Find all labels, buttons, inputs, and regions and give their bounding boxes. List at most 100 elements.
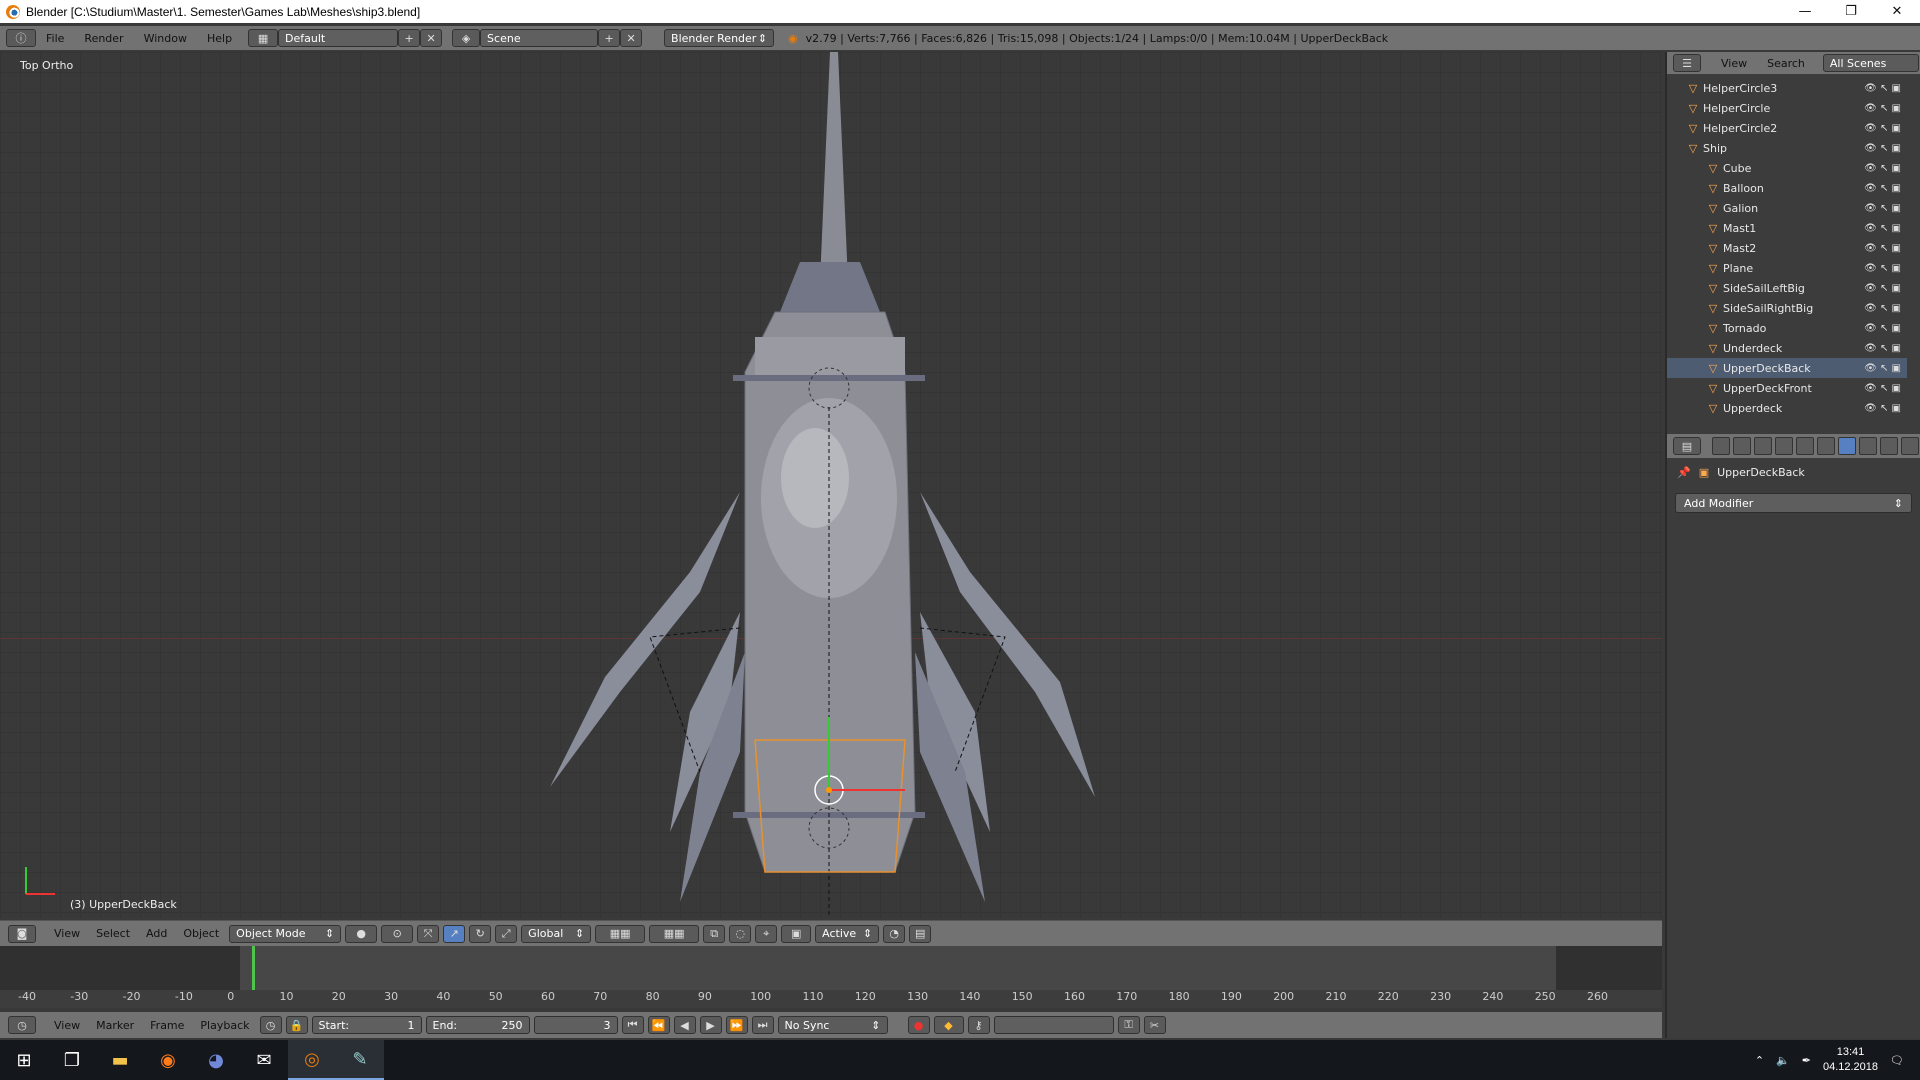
- visibility-controls[interactable]: 👁 ↖ ▣: [1864, 203, 1901, 214]
- jump-end-icon[interactable]: ⏭: [751, 1016, 774, 1034]
- proportional-edit-icon[interactable]: ◌: [729, 924, 752, 943]
- visibility-controls[interactable]: 👁 ↖ ▣: [1864, 243, 1901, 254]
- scene-field[interactable]: Scene: [480, 29, 599, 47]
- task-view-icon[interactable]: ❐: [48, 1040, 96, 1080]
- visibility-controls[interactable]: 👁 ↖ ▣: [1864, 343, 1901, 354]
- viewport-editor-type-icon[interactable]: ◙: [8, 924, 36, 943]
- visibility-controls[interactable]: 👁 ↖ ▣: [1864, 283, 1901, 294]
- shading-mode-icon[interactable]: ●: [345, 924, 378, 943]
- jump-key-forward-icon[interactable]: ⏩: [725, 1016, 748, 1034]
- editor-type-icon[interactable]: ⓘ: [6, 29, 36, 47]
- ship-mesh[interactable]: [0, 52, 1662, 918]
- discord-icon[interactable]: ◕: [192, 1040, 240, 1080]
- outliner-item[interactable]: ▽ Upperdeck 👁 ↖ ▣: [1667, 398, 1907, 418]
- snap-icon[interactable]: ⌖: [755, 924, 778, 943]
- minimize-button[interactable]: —: [1782, 0, 1828, 23]
- visibility-controls[interactable]: 👁 ↖ ▣: [1864, 303, 1901, 314]
- visibility-controls[interactable]: 👁 ↖ ▣: [1864, 183, 1901, 194]
- visibility-controls[interactable]: 👁 ↖ ▣: [1864, 223, 1901, 234]
- outliner-display-mode-select[interactable]: All Scenes: [1822, 54, 1919, 72]
- add-layout-icon[interactable]: +: [398, 29, 421, 47]
- tab-data-icon[interactable]: [1859, 437, 1877, 455]
- screen-layout-icon[interactable]: ▦: [248, 29, 279, 47]
- snap-element-icon[interactable]: ▣: [781, 924, 812, 943]
- pen-icon[interactable]: ✒: [1802, 1054, 1811, 1067]
- visibility-controls[interactable]: 👁 ↖ ▣: [1864, 363, 1901, 374]
- visibility-controls[interactable]: 👁 ↖ ▣: [1864, 83, 1901, 94]
- menu-file[interactable]: File: [36, 32, 74, 45]
- outliner-item[interactable]: ▽ HelperCircle3 👁 ↖ ▣: [1667, 78, 1907, 98]
- rotate-icon[interactable]: ↻: [469, 924, 492, 943]
- render-preview-icon[interactable]: ◔: [883, 924, 906, 943]
- preview-range-icon[interactable]: ◷: [259, 1016, 282, 1034]
- outliner-item[interactable]: ▽ Tornado 👁 ↖ ▣: [1667, 318, 1907, 338]
- lock-layers-icon[interactable]: ⧉: [703, 924, 726, 943]
- visibility-controls[interactable]: 👁 ↖ ▣: [1864, 163, 1901, 174]
- outliner-item[interactable]: ▽ Balloon 👁 ↖ ▣: [1667, 178, 1907, 198]
- orientation-select[interactable]: Global ⇕: [521, 924, 592, 943]
- outliner-item[interactable]: ▽ HelperCircle 👁 ↖ ▣: [1667, 98, 1907, 118]
- screen-layout-field[interactable]: Default: [278, 29, 399, 47]
- blender-taskbar-icon[interactable]: ◎: [288, 1040, 336, 1080]
- auto-keying-icon[interactable]: ●: [907, 1016, 930, 1034]
- file-explorer-icon[interactable]: ▬: [96, 1040, 144, 1080]
- visibility-controls[interactable]: 👁 ↖ ▣: [1864, 323, 1901, 334]
- tab-render-icon[interactable]: [1712, 437, 1730, 455]
- tab-material-icon[interactable]: [1880, 437, 1898, 455]
- translate-icon[interactable]: ↗: [443, 924, 466, 943]
- outliner-item[interactable]: ▽ Galion 👁 ↖ ▣: [1667, 198, 1907, 218]
- tl-menu-frame[interactable]: Frame: [144, 1019, 190, 1032]
- volume-icon[interactable]: 🔈: [1776, 1054, 1790, 1067]
- tab-world-icon[interactable]: [1775, 437, 1793, 455]
- outliner-menu-view[interactable]: View: [1721, 57, 1747, 70]
- vp-menu-select[interactable]: Select: [90, 927, 136, 940]
- start-windows-icon[interactable]: ⊞: [0, 1040, 48, 1080]
- snap-target-select[interactable]: Active ⇕: [815, 924, 880, 943]
- clock[interactable]: 13:41 04.12.2018: [1823, 1045, 1878, 1075]
- keying-set-icon[interactable]: ◆: [933, 1016, 964, 1034]
- play-icon[interactable]: ▶: [699, 1016, 722, 1034]
- outliner-item[interactable]: ▽ Mast2 👁 ↖ ▣: [1667, 238, 1907, 258]
- keying-set-field[interactable]: [993, 1016, 1114, 1034]
- outliner-item[interactable]: ▽ UpperDeckFront 👁 ↖ ▣: [1667, 378, 1907, 398]
- notification-icon[interactable]: 🗨: [1890, 1054, 1904, 1067]
- visibility-controls[interactable]: 👁 ↖ ▣: [1864, 103, 1901, 114]
- 3d-viewport[interactable]: Top Ortho (3) UpperDeckBack: [0, 52, 1662, 918]
- firefox-icon[interactable]: ◉: [144, 1040, 192, 1080]
- manipulator-icon[interactable]: ⤧: [417, 924, 440, 943]
- paint-app-icon[interactable]: ✎: [336, 1040, 384, 1080]
- visibility-controls[interactable]: 👁 ↖ ▣: [1864, 143, 1901, 154]
- tl-menu-playback[interactable]: Playback: [194, 1019, 255, 1032]
- layers-grid-icon[interactable]: ▦▦: [595, 924, 646, 943]
- outliner-item[interactable]: ▽ HelperCircle2 👁 ↖ ▣: [1667, 118, 1907, 138]
- outliner-item[interactable]: ▽ Cube 👁 ↖ ▣: [1667, 158, 1907, 178]
- delete-keyframe-icon[interactable]: ✂: [1143, 1016, 1166, 1034]
- tab-scene-icon[interactable]: [1754, 437, 1772, 455]
- chevron-up-icon[interactable]: ⌃: [1755, 1054, 1764, 1067]
- tab-object-icon[interactable]: [1796, 437, 1814, 455]
- visibility-controls[interactable]: 👁 ↖ ▣: [1864, 263, 1901, 274]
- outliner-menu-search[interactable]: Search: [1767, 57, 1805, 70]
- outliner-item[interactable]: ▽ UpperDeckBack 👁 ↖ ▣: [1667, 358, 1907, 378]
- menu-window[interactable]: Window: [134, 32, 197, 45]
- remove-layout-icon[interactable]: ✕: [420, 29, 443, 47]
- outliner-item[interactable]: ▽ Mast1 👁 ↖ ▣: [1667, 218, 1907, 238]
- timeline-editor[interactable]: -40 -30 -20 -10 0 10 20 30 40 50 60 70 80 90 100 110 120…: [0, 946, 1662, 1008]
- visibility-controls[interactable]: 👁 ↖ ▣: [1864, 123, 1901, 134]
- scale-icon[interactable]: ⤢: [495, 924, 518, 943]
- menu-render[interactable]: Render: [74, 32, 133, 45]
- play-reverse-icon[interactable]: ◀: [673, 1016, 696, 1034]
- start-frame-field[interactable]: Start: 1: [311, 1016, 422, 1034]
- pin-icon[interactable]: 📌: [1677, 466, 1691, 479]
- vp-menu-add[interactable]: Add: [140, 927, 173, 940]
- outliner-item[interactable]: ▽ Underdeck 👁 ↖ ▣: [1667, 338, 1907, 358]
- tl-menu-marker[interactable]: Marker: [90, 1019, 140, 1032]
- pivot-point-icon[interactable]: ⊙: [381, 924, 414, 943]
- outliner-item[interactable]: ▽ Plane 👁 ↖ ▣: [1667, 258, 1907, 278]
- layers-grid-2-icon[interactable]: ▦▦: [649, 924, 700, 943]
- visibility-controls[interactable]: 👁 ↖ ▣: [1864, 383, 1901, 394]
- outliner-item[interactable]: ▽ SideSailRightBig 👁 ↖ ▣: [1667, 298, 1907, 318]
- remove-scene-icon[interactable]: ✕: [620, 29, 643, 47]
- close-button[interactable]: ✕: [1874, 0, 1920, 23]
- outliner-item[interactable]: ▽ Ship 👁 ↖ ▣: [1667, 138, 1907, 158]
